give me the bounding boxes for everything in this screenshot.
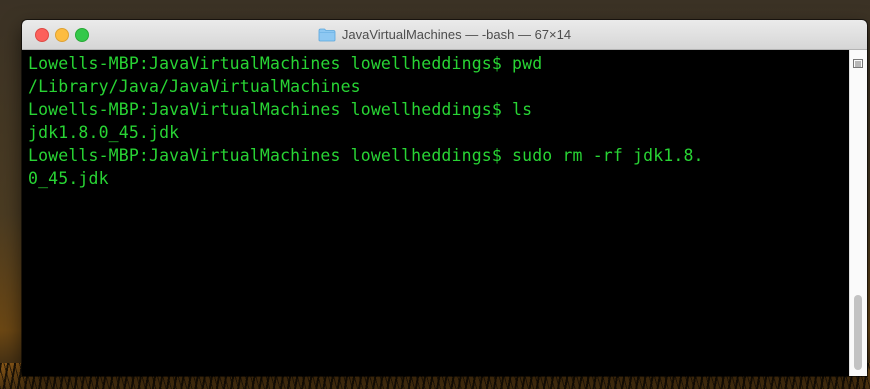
scrollbar-thumb[interactable] bbox=[854, 295, 862, 370]
window-title-group: JavaVirtualMachines — -bash — 67×14 bbox=[22, 20, 867, 49]
terminal-line: Lowells-MBP:JavaVirtualMachines lowellhe… bbox=[28, 100, 533, 119]
terminal-line: Lowells-MBP:JavaVirtualMachines lowellhe… bbox=[28, 54, 543, 73]
window-title: JavaVirtualMachines — -bash — 67×14 bbox=[341, 27, 572, 42]
terminal-line: Lowells-MBP:JavaVirtualMachines lowellhe… bbox=[28, 146, 704, 165]
vertical-scrollbar[interactable] bbox=[849, 50, 867, 376]
terminal-window: JavaVirtualMachines — -bash — 67×14 Lowe… bbox=[22, 20, 867, 376]
terminal-line: 0_45.jdk bbox=[28, 169, 109, 188]
terminal-line: /Library/Java/JavaVirtualMachines bbox=[28, 77, 361, 96]
title-bar[interactable]: JavaVirtualMachines — -bash — 67×14 bbox=[22, 20, 867, 50]
terminal-output[interactable]: Lowells-MBP:JavaVirtualMachines lowellhe… bbox=[22, 50, 850, 376]
terminal-line: jdk1.8.0_45.jdk bbox=[28, 123, 180, 142]
menu-icon[interactable] bbox=[853, 55, 863, 68]
folder-icon bbox=[318, 28, 336, 42]
